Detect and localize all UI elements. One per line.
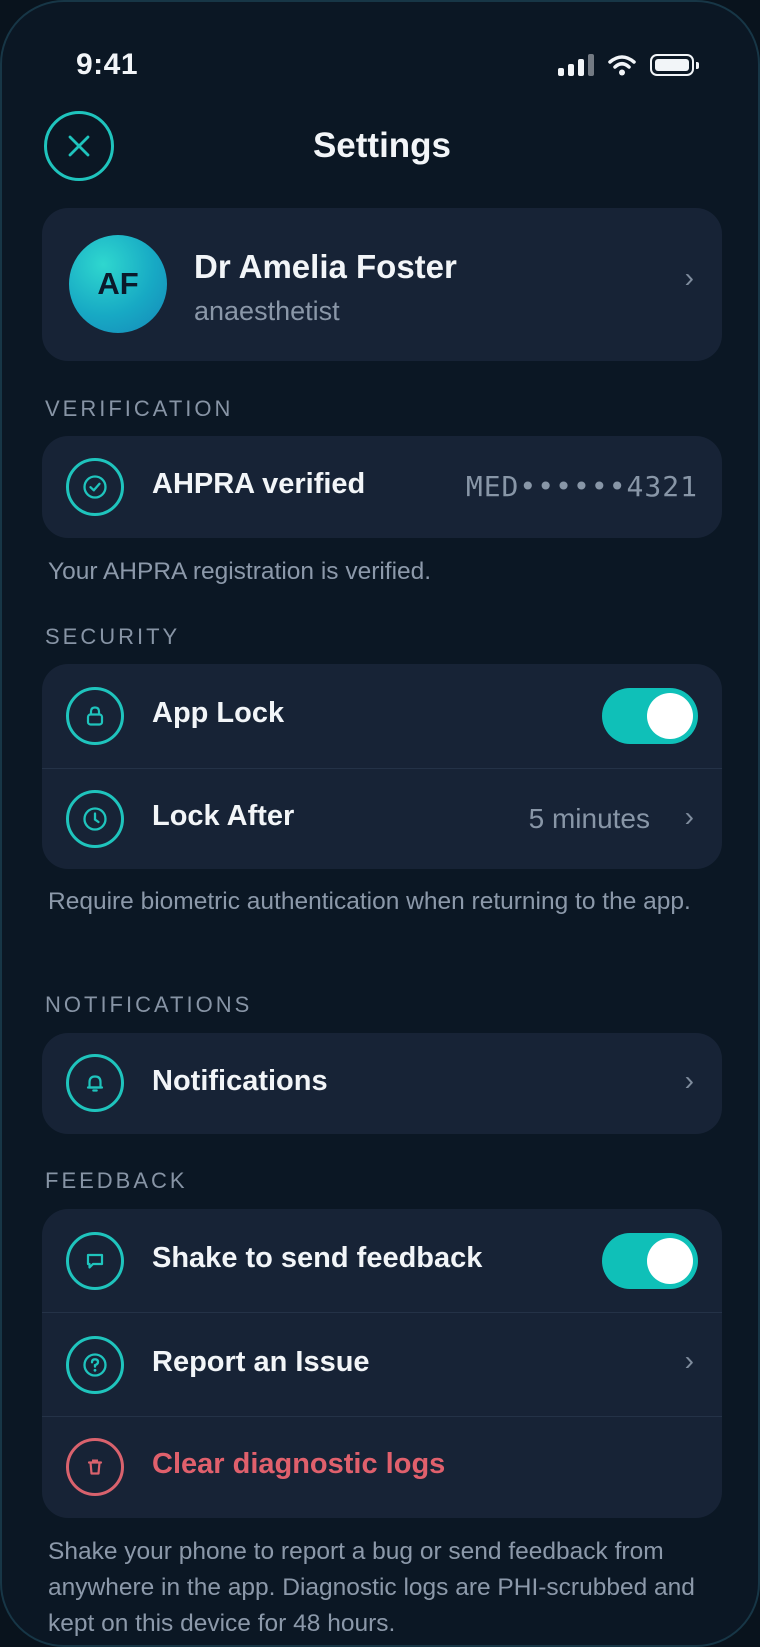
ahpra-label: AHPRA verified: [152, 468, 366, 500]
shake-feedback-label: Shake to send feedback: [152, 1242, 483, 1274]
trash-icon: [66, 1438, 124, 1496]
ahpra-row: AHPRA verified MED••••••4321: [42, 436, 722, 538]
registration-number: MED••••••4321: [465, 470, 698, 503]
battery-icon: [650, 54, 699, 76]
verified-check-icon: [66, 458, 124, 516]
report-issue-label: Report an Issue: [152, 1346, 370, 1378]
chevron-right-icon: ›: [684, 801, 694, 832]
notifications-row[interactable]: Notifications ›: [42, 1033, 722, 1134]
chevron-right-icon: ›: [684, 262, 694, 293]
lock-after-label: Lock After: [152, 800, 295, 832]
lock-after-row[interactable]: Lock After 5 minutes ›: [42, 769, 722, 869]
toggle-knob: [647, 1238, 693, 1284]
security-card: App Lock Lock After 5 minutes ›: [42, 664, 722, 869]
profile-role: anaesthetist: [194, 296, 340, 326]
chevron-right-icon: ›: [684, 1345, 694, 1376]
app-lock-toggle[interactable]: [602, 688, 698, 744]
section-label-security: SECURITY: [45, 624, 181, 649]
profile-card[interactable]: AF Dr Amelia Foster anaesthetist ›: [42, 208, 722, 361]
status-icons: [558, 54, 699, 76]
avatar: AF: [69, 235, 167, 333]
help-icon: [66, 1336, 124, 1394]
bell-icon: [66, 1054, 124, 1112]
section-label-feedback: FEEDBACK: [45, 1168, 188, 1193]
status-bar: 9:41: [2, 2, 758, 112]
notifications-label: Notifications: [152, 1065, 328, 1097]
notifications-card[interactable]: Notifications ›: [42, 1033, 722, 1134]
status-time: 9:41: [76, 48, 139, 81]
lock-after-value: 5 minutes: [528, 803, 650, 834]
security-note: Require biometric authentication when re…: [48, 888, 691, 915]
verification-card: AHPRA verified MED••••••4321: [42, 436, 722, 538]
section-label-verification: VERIFICATION: [45, 396, 234, 421]
profile-name: Dr Amelia Foster: [194, 248, 457, 285]
clock-icon: [66, 790, 124, 848]
feedback-note: Shake your phone to report a bug or send…: [48, 1538, 695, 1637]
lock-icon: [66, 687, 124, 745]
toggle-knob: [647, 693, 693, 739]
clear-logs-row[interactable]: Clear diagnostic logs: [42, 1417, 722, 1518]
shake-feedback-toggle[interactable]: [602, 1233, 698, 1289]
feedback-card: Shake to send feedback Report an Issue ›: [42, 1209, 722, 1518]
phone-screen: 9:41 Settings AF Dr Amelia Foster anaest…: [0, 0, 760, 1647]
cellular-signal-icon: [558, 54, 594, 76]
verification-note: Your AHPRA registration is verified.: [48, 558, 432, 585]
message-icon: [66, 1232, 124, 1290]
page-title: Settings: [312, 126, 452, 165]
app-lock-label: App Lock: [152, 697, 285, 729]
shake-feedback-row[interactable]: Shake to send feedback: [42, 1209, 722, 1313]
clear-logs-label: Clear diagnostic logs: [152, 1448, 446, 1480]
report-issue-row[interactable]: Report an Issue ›: [42, 1313, 722, 1417]
app-lock-row[interactable]: App Lock: [42, 664, 722, 768]
section-label-notifications: NOTIFICATIONS: [45, 992, 253, 1017]
chevron-right-icon: ›: [684, 1065, 694, 1096]
wifi-icon: [608, 55, 636, 76]
